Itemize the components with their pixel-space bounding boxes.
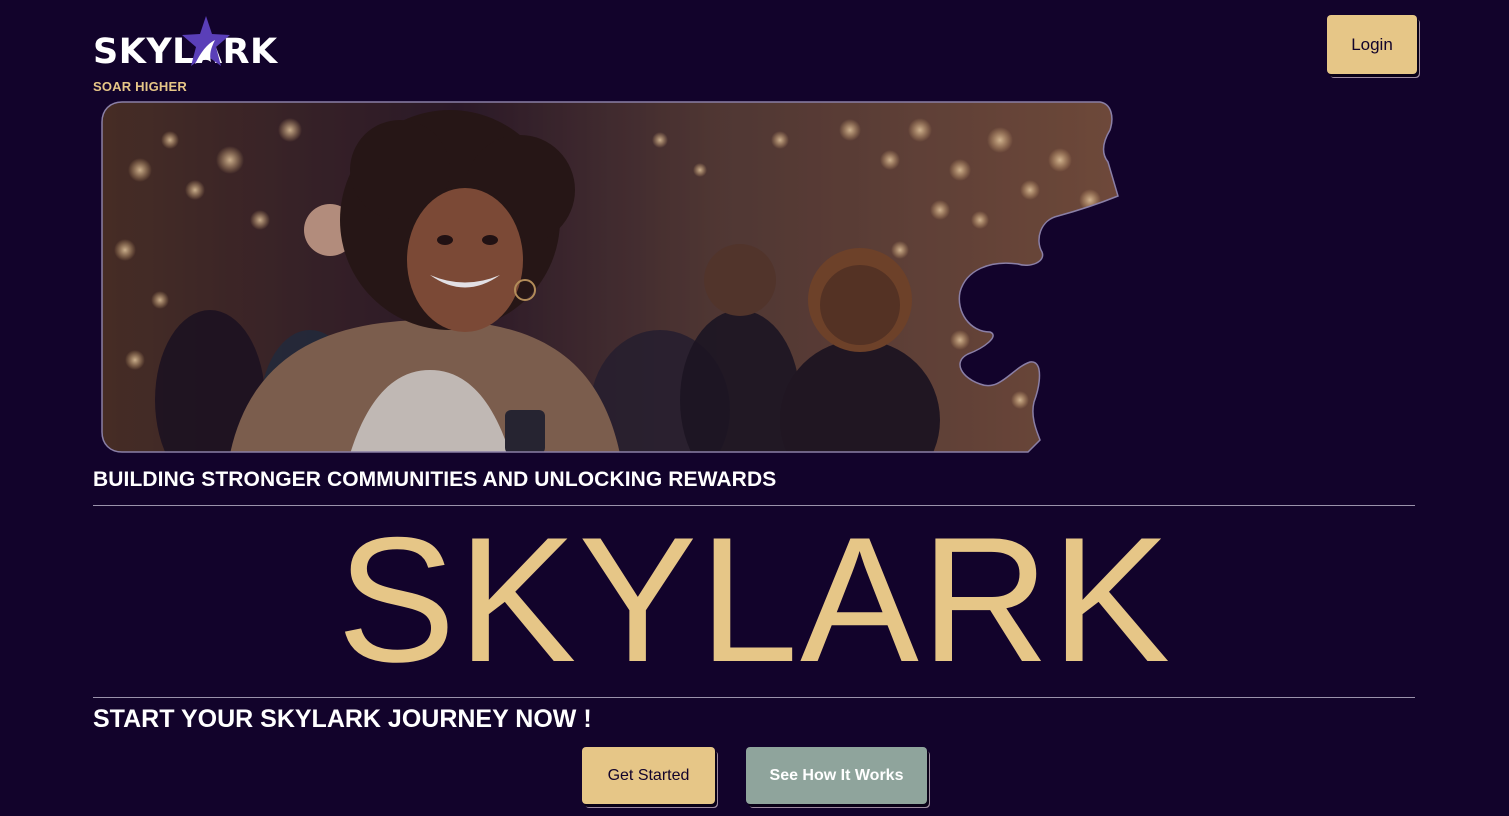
get-started-button[interactable]: Get Started	[582, 747, 715, 804]
see-how-it-works-button[interactable]: See How It Works	[746, 747, 927, 804]
logo-tagline: SOAR HIGHER	[93, 79, 187, 94]
hero-brand-title: SKYLARK	[336, 500, 1173, 699]
login-button[interactable]: Login	[1327, 15, 1417, 74]
cta-title: START YOUR SKYLARK JOURNEY NOW !	[93, 705, 592, 733]
brand-logo[interactable]: SKYLARK SOAR HIGHER	[93, 14, 293, 96]
hero-image	[101, 101, 1119, 453]
divider	[93, 697, 1415, 698]
star-bird-icon	[182, 16, 230, 66]
hero-headline: BUILDING STRONGER COMMUNITIES AND UNLOCK…	[93, 468, 777, 491]
